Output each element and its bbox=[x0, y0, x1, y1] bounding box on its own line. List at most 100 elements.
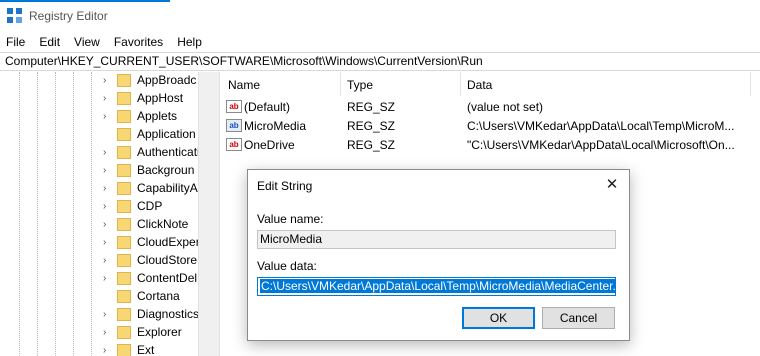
menu-help[interactable]: Help bbox=[177, 35, 202, 49]
registry-editor-icon bbox=[7, 8, 23, 24]
value-data: C:\Users\VMKedar\AppData\Local\Temp\Micr… bbox=[467, 119, 735, 133]
tree-item[interactable]: › Diagnostics bbox=[0, 306, 198, 324]
column-header-name[interactable]: Name bbox=[228, 78, 260, 92]
chevron-right-icon[interactable]: › bbox=[103, 184, 111, 194]
column-header-type[interactable]: Type bbox=[347, 78, 373, 92]
value-data-label: Value data: bbox=[257, 259, 317, 273]
value-type: REG_SZ bbox=[347, 119, 396, 133]
chevron-right-icon[interactable]: › bbox=[103, 166, 111, 176]
value-data: "C:\Users\VMKedar\AppData\Local\Microsof… bbox=[467, 138, 735, 152]
folder-icon bbox=[117, 110, 131, 123]
menu-file[interactable]: File bbox=[6, 35, 25, 49]
tree-item[interactable]: › Ext bbox=[0, 342, 198, 356]
chevron-right-icon[interactable]: › bbox=[103, 112, 111, 122]
value-row-onedrive[interactable]: ab OneDrive REG_SZ "C:\Users\VMKedar\App… bbox=[220, 136, 760, 154]
value-data-input[interactable]: C:\Users\VMKedar\AppData\Local\Temp\Micr… bbox=[257, 277, 616, 296]
folder-icon bbox=[117, 200, 131, 213]
value-name: MicroMedia bbox=[244, 119, 307, 133]
tree-item-label: ClickNote bbox=[137, 217, 189, 231]
value-data-selected-text: C:\Users\VMKedar\AppData\Local\Temp\Micr… bbox=[260, 279, 615, 293]
tree-item-label: Ext bbox=[137, 343, 155, 356]
menu-view[interactable]: View bbox=[74, 35, 100, 49]
column-separator[interactable] bbox=[750, 72, 751, 96]
folder-icon bbox=[117, 182, 131, 195]
folder-icon bbox=[117, 92, 131, 105]
binary-value-icon: ab bbox=[226, 119, 242, 132]
value-name-label: Value name: bbox=[257, 212, 324, 226]
value-name: (Default) bbox=[244, 100, 291, 114]
title-bar: Registry Editor bbox=[0, 0, 760, 32]
pane-splitter[interactable] bbox=[198, 72, 220, 356]
tree-item-label: CDP bbox=[137, 199, 163, 213]
chevron-right-icon[interactable]: › bbox=[103, 76, 111, 86]
cancel-button[interactable]: Cancel bbox=[542, 307, 615, 329]
tree-item[interactable]: › Explorer bbox=[0, 324, 198, 342]
folder-icon bbox=[117, 236, 131, 249]
folder-icon bbox=[117, 74, 131, 87]
tree-item[interactable]: › AppBroadc bbox=[0, 72, 198, 90]
tree-item-label: Authenticati bbox=[137, 145, 198, 159]
chevron-right-icon[interactable]: › bbox=[103, 274, 111, 284]
edit-string-dialog: Edit String ✕ Value name: MicroMedia Val… bbox=[247, 169, 630, 341]
chevron-right-icon[interactable]: › bbox=[103, 238, 111, 248]
tree-item[interactable]: › ClickNote bbox=[0, 216, 198, 234]
value-type: REG_SZ bbox=[347, 138, 396, 152]
chevron-right-icon[interactable]: › bbox=[103, 256, 111, 266]
key-tree-pane: › AppBroadc › AppHost › Applets Application › Au… bbox=[0, 72, 198, 356]
tree-item[interactable]: › Applets bbox=[0, 108, 198, 126]
tree-item[interactable]: › CapabilityA bbox=[0, 180, 198, 198]
tree-item-label: ContentDel bbox=[137, 271, 198, 285]
tree-item[interactable]: › CDP bbox=[0, 198, 198, 216]
tree-item-label: Application bbox=[137, 127, 196, 141]
tree-item-label: Explorer bbox=[137, 325, 182, 339]
string-value-icon: ab bbox=[226, 100, 242, 113]
tree-item-label: CloudStore bbox=[137, 253, 198, 267]
tree-item-label: Diagnostics bbox=[137, 307, 198, 321]
tree-item-label: Backgroun bbox=[137, 163, 195, 177]
folder-icon bbox=[117, 272, 131, 285]
ok-button[interactable]: OK bbox=[462, 307, 535, 329]
chevron-right-icon[interactable]: › bbox=[103, 328, 111, 338]
value-name-field: MicroMedia bbox=[257, 230, 616, 249]
folder-icon bbox=[117, 308, 131, 321]
column-separator[interactable] bbox=[340, 72, 341, 96]
tree-item[interactable]: › CloudStore bbox=[0, 252, 198, 270]
folder-icon bbox=[117, 326, 131, 339]
string-value-icon: ab bbox=[226, 138, 242, 151]
value-data: (value not set) bbox=[467, 100, 544, 114]
column-separator[interactable] bbox=[460, 72, 461, 96]
tree-item[interactable]: Application bbox=[0, 126, 198, 144]
folder-icon bbox=[117, 254, 131, 267]
chevron-right-icon[interactable]: › bbox=[103, 310, 111, 320]
chevron-right-icon[interactable]: › bbox=[103, 202, 111, 212]
tree-item[interactable]: › AppHost bbox=[0, 90, 198, 108]
value-name: OneDrive bbox=[244, 138, 295, 152]
tree-item-label: CapabilityA bbox=[137, 181, 198, 195]
folder-icon bbox=[117, 164, 131, 177]
menu-edit[interactable]: Edit bbox=[39, 35, 60, 49]
value-row-micromedia[interactable]: ab MicroMedia REG_SZ C:\Users\VMKedar\Ap… bbox=[220, 117, 760, 135]
address-bar[interactable]: Computer\HKEY_CURRENT_USER\SOFTWARE\Micr… bbox=[0, 52, 760, 71]
column-header-data[interactable]: Data bbox=[467, 78, 492, 92]
chevron-right-icon[interactable]: › bbox=[103, 220, 111, 230]
chevron-right-icon[interactable]: › bbox=[103, 94, 111, 104]
tree-item[interactable]: Cortana bbox=[0, 288, 198, 306]
tree-item-label: Cortana bbox=[137, 289, 180, 303]
tree-item[interactable]: › ContentDel bbox=[0, 270, 198, 288]
menu-bar: File Edit View Favorites Help bbox=[0, 32, 760, 51]
dialog-title: Edit String bbox=[257, 179, 313, 193]
value-row-default[interactable]: ab (Default) REG_SZ (value not set) bbox=[220, 98, 760, 116]
folder-icon bbox=[117, 146, 131, 159]
title-accent-line bbox=[0, 0, 170, 2]
menu-favorites[interactable]: Favorites bbox=[114, 35, 163, 49]
close-icon[interactable]: ✕ bbox=[601, 174, 623, 196]
tree-item[interactable]: › Authenticati bbox=[0, 144, 198, 162]
tree-item[interactable]: › Backgroun bbox=[0, 162, 198, 180]
folder-icon bbox=[117, 128, 131, 141]
tree-item-label: CloudExper bbox=[137, 235, 198, 249]
value-type: REG_SZ bbox=[347, 100, 396, 114]
chevron-right-icon[interactable]: › bbox=[103, 346, 111, 356]
chevron-right-icon[interactable]: › bbox=[103, 148, 111, 158]
window-title: Registry Editor bbox=[29, 9, 108, 23]
tree-item[interactable]: › CloudExper bbox=[0, 234, 198, 252]
